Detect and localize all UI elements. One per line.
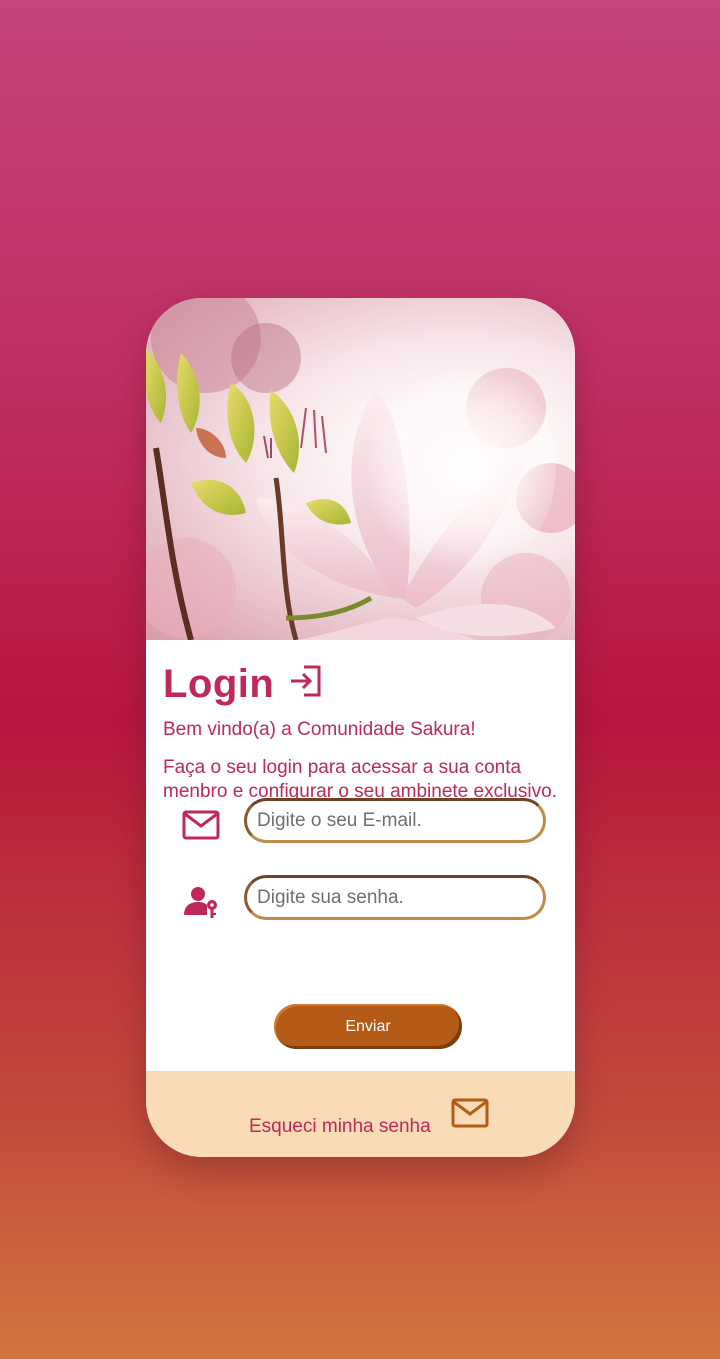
description-text: Faça o seu login para acessar a sua cont… bbox=[163, 757, 557, 802]
login-content: Login Bem vindo(a) a Comunidade Sakura! … bbox=[146, 640, 575, 1071]
forgot-password-link[interactable]: Esqueci minha senha bbox=[249, 1115, 431, 1139]
page-title: Login bbox=[163, 662, 275, 706]
login-card: Login Bem vindo(a) a Comunidade Sakura! … bbox=[146, 298, 575, 1157]
magnolia-photo bbox=[146, 298, 575, 640]
mail-icon bbox=[182, 810, 220, 840]
footer: Esqueci minha senha bbox=[146, 1071, 575, 1157]
email-row bbox=[146, 798, 575, 850]
title-row: Login bbox=[163, 660, 324, 708]
login-arrow-icon bbox=[291, 665, 321, 697]
welcome-text: Bem vindo(a) a Comunidade Sakura! bbox=[163, 719, 476, 740]
password-row bbox=[146, 875, 575, 927]
hero-image bbox=[146, 298, 575, 640]
mail-icon[interactable] bbox=[451, 1097, 489, 1129]
email-input[interactable] bbox=[244, 798, 546, 843]
submit-button[interactable]: Enviar bbox=[274, 1004, 462, 1049]
user-key-icon bbox=[184, 887, 217, 918]
password-input[interactable] bbox=[244, 875, 546, 920]
